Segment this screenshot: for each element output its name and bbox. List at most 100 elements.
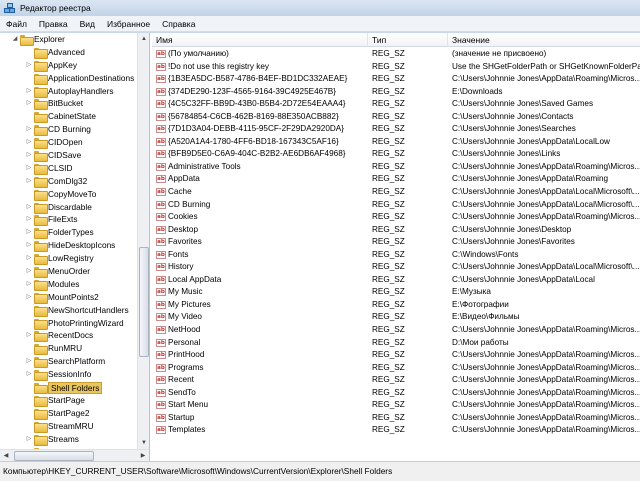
value-row[interactable]: ab PrintHood REG_SZ C:\Users\Johnnie Jones\… <box>152 349 640 362</box>
value-row[interactable]: ab {1B3EA5DC-B587-4786-B4EF-BD1DC332AEAE}… <box>152 73 640 86</box>
value-row[interactable]: ab (По умолчанию) REG_SZ (значение не присв… <box>152 48 640 61</box>
value-row[interactable]: ab {56784854-C6CB-462B-8169-88E350ACB882}… <box>152 111 640 124</box>
value-row[interactable]: ab !Do not use this registry key REG_SZ Use… <box>152 61 640 74</box>
value-row[interactable]: ab {4C5C32FF-BB9D-43B0-B5B4-2D72E54EAAA4}… <box>152 98 640 111</box>
expand-arrow-icon[interactable]: ▷ <box>25 175 33 188</box>
tree-item[interactable]: ▷ CIDOpen <box>0 136 137 150</box>
expand-arrow-icon[interactable]: ▷ <box>25 226 33 239</box>
tree-horizontal-scrollbar[interactable]: ◀ ▶ <box>0 449 149 461</box>
menu-favorites[interactable]: Избранное <box>107 19 150 29</box>
tree-item[interactable]: ▷ FolderTypes <box>0 226 137 240</box>
value-row[interactable]: ab Administrative Tools REG_SZ C:\Users\Joh… <box>152 161 640 174</box>
tree-item[interactable]: ▷ RecentDocs <box>0 329 137 343</box>
value-row[interactable]: ab CD Burning REG_SZ C:\Users\Johnnie Jones… <box>152 199 640 212</box>
menu-edit[interactable]: Правка <box>39 19 68 29</box>
tree-item[interactable]: ▷ FileExts <box>0 213 137 227</box>
tree-item[interactable]: ◢ Explorer <box>0 33 137 46</box>
tree-item[interactable]: ▷ Streams <box>0 433 137 446</box>
menu-file[interactable]: Файл <box>6 19 27 29</box>
value-row[interactable]: ab Cache REG_SZ C:\Users\Johnnie Jones\AppD… <box>152 186 640 199</box>
tree-item[interactable]: ▷ AutoplayHandlers <box>0 85 137 98</box>
value-row[interactable]: ab {7D1D3A04-DEBB-4115-95CF-2F29DA2920DA}… <box>152 123 640 136</box>
tree-item[interactable]: ▷ Discardable <box>0 201 137 214</box>
expand-arrow-icon[interactable]: ▷ <box>25 329 33 342</box>
expand-arrow-icon[interactable]: ▷ <box>25 265 33 278</box>
tree-item[interactable]: Shell Folders <box>0 381 137 395</box>
column-name[interactable]: Имя <box>152 33 368 47</box>
value-row[interactable]: ab {374DE290-123F-4565-9164-39C4925E467B}… <box>152 86 640 99</box>
value-row[interactable]: ab Favorites REG_SZ C:\Users\Johnnie Jones\… <box>152 236 640 249</box>
value-row[interactable]: ab Programs REG_SZ C:\Users\Johnnie Jones\A… <box>152 362 640 375</box>
tree-item[interactable]: StreamMRU <box>0 420 137 433</box>
value-row[interactable]: ab SendTo REG_SZ C:\Users\Johnnie Jones\App… <box>152 387 640 400</box>
tree-item[interactable]: ApplicationDestinations <box>0 72 137 85</box>
expand-arrow-icon[interactable]: ▷ <box>25 368 33 381</box>
expand-arrow-icon[interactable]: ▷ <box>25 252 33 265</box>
column-value[interactable]: Значение <box>448 33 640 47</box>
value-row[interactable]: ab Personal REG_SZ D:\Мои работы <box>152 337 640 350</box>
scroll-right-icon[interactable]: ▶ <box>137 450 149 461</box>
tree-item[interactable]: CopyMoveTo <box>0 188 137 201</box>
value-row[interactable]: ab Local AppData REG_SZ C:\Users\Johnnie Jo… <box>152 274 640 287</box>
value-row[interactable]: ab Recent REG_SZ C:\Users\Johnnie Jones\App… <box>152 374 640 387</box>
value-row[interactable]: ab My Music REG_SZ E:\Музыка <box>152 286 640 299</box>
tree-item[interactable]: ▷ HideDesktopIcons <box>0 239 137 253</box>
tree-item[interactable]: NewShortcutHandlers <box>0 304 137 317</box>
expand-arrow-icon[interactable]: ▷ <box>25 201 33 214</box>
value-row[interactable]: ab Templates REG_SZ C:\Users\Johnnie Jones\… <box>152 424 640 437</box>
expand-arrow-icon[interactable]: ▷ <box>25 85 33 98</box>
collapse-arrow-icon[interactable]: ◢ <box>11 33 19 46</box>
value-row[interactable]: ab Startup REG_SZ C:\Users\Johnnie Jones\Ap… <box>152 412 640 425</box>
expand-arrow-icon[interactable]: ▷ <box>25 123 33 136</box>
expand-arrow-icon[interactable]: ▷ <box>25 97 33 110</box>
tree-item[interactable]: ▷ ComDlg32 <box>0 175 137 188</box>
value-row[interactable]: ab My Video REG_SZ E:\Видео\Фильмы <box>152 311 640 324</box>
tree-item[interactable]: Advanced <box>0 46 137 59</box>
tree-vertical-scrollbar[interactable]: ▲ ▼ <box>137 33 149 449</box>
expand-arrow-icon[interactable]: ▷ <box>25 433 33 446</box>
value-row[interactable]: ab Start Menu REG_SZ C:\Users\Johnnie Jones… <box>152 399 640 412</box>
expand-arrow-icon[interactable]: ▷ <box>25 239 33 252</box>
menu-help[interactable]: Справка <box>162 19 195 29</box>
scroll-down-icon[interactable]: ▼ <box>138 437 149 449</box>
tree-item[interactable]: ▷ LowRegistry <box>0 252 137 266</box>
tree-item[interactable]: ▷ Modules <box>0 278 137 291</box>
expand-arrow-icon[interactable]: ▷ <box>25 59 33 72</box>
tree-item[interactable]: ▷ SessionInfo <box>0 368 137 382</box>
value-row[interactable]: ab {BFB9D5E0-C6A9-404C-B2B2-AE6DB6AF4968}… <box>152 148 640 161</box>
menu-view[interactable]: Вид <box>80 19 95 29</box>
value-row[interactable]: ab {A520A1A4-1780-4FF6-BD18-167343C5AF16}… <box>152 136 640 149</box>
value-row[interactable]: ab My Pictures REG_SZ E:\Фотографии <box>152 299 640 312</box>
value-row[interactable]: ab History REG_SZ C:\Users\Johnnie Jones\Ap… <box>152 261 640 274</box>
tree-item[interactable]: ▷ SearchPlatform <box>0 355 137 369</box>
value-row[interactable]: ab Fonts REG_SZ C:\Windows\Fonts <box>152 249 640 262</box>
scroll-up-icon[interactable]: ▲ <box>138 33 149 45</box>
tree-scroll-thumb[interactable] <box>139 247 149 357</box>
tree-item[interactable]: StartPage2 <box>0 407 137 420</box>
tree-item[interactable]: CabinetState <box>0 110 137 124</box>
tree-item[interactable]: ▷ CIDSave <box>0 149 137 163</box>
expand-arrow-icon[interactable]: ▷ <box>25 291 33 304</box>
tree-item[interactable]: RunMRU <box>0 342 137 356</box>
tree-item[interactable]: ▷ CD Burning <box>0 123 137 137</box>
value-row[interactable]: ab NetHood REG_SZ C:\Users\Johnnie Jones\Ap… <box>152 324 640 337</box>
value-row[interactable]: ab Desktop REG_SZ C:\Users\Johnnie Jones\De… <box>152 224 640 237</box>
expand-arrow-icon[interactable]: ▷ <box>25 136 33 149</box>
value-row[interactable]: ab AppData REG_SZ C:\Users\Johnnie Jones\Ap… <box>152 173 640 186</box>
tree-item[interactable]: ▷ AppKey <box>0 59 137 72</box>
value-row[interactable]: ab Cookies REG_SZ C:\Users\Johnnie Jones\Ap… <box>152 211 640 224</box>
expand-arrow-icon[interactable]: ▷ <box>25 149 33 162</box>
column-type[interactable]: Тип <box>368 33 448 47</box>
expand-arrow-icon[interactable]: ▷ <box>25 278 33 291</box>
tree-item[interactable]: ▷ BitBucket <box>0 97 137 111</box>
expand-arrow-icon[interactable]: ▷ <box>25 355 33 368</box>
tree-hscroll-thumb[interactable] <box>14 451 94 461</box>
tree-item[interactable]: ▷ MountPoints2 <box>0 291 137 304</box>
expand-arrow-icon[interactable]: ▷ <box>25 162 33 175</box>
scroll-left-icon[interactable]: ◀ <box>0 450 12 461</box>
tree-item[interactable]: ▷ MenuOrder <box>0 265 137 279</box>
tree-item[interactable]: ▷ CLSID <box>0 162 137 175</box>
expand-arrow-icon[interactable]: ▷ <box>25 213 33 226</box>
tree-item[interactable]: StartPage <box>0 394 137 407</box>
tree-item[interactable]: PhotoPrintingWizard <box>0 317 137 330</box>
